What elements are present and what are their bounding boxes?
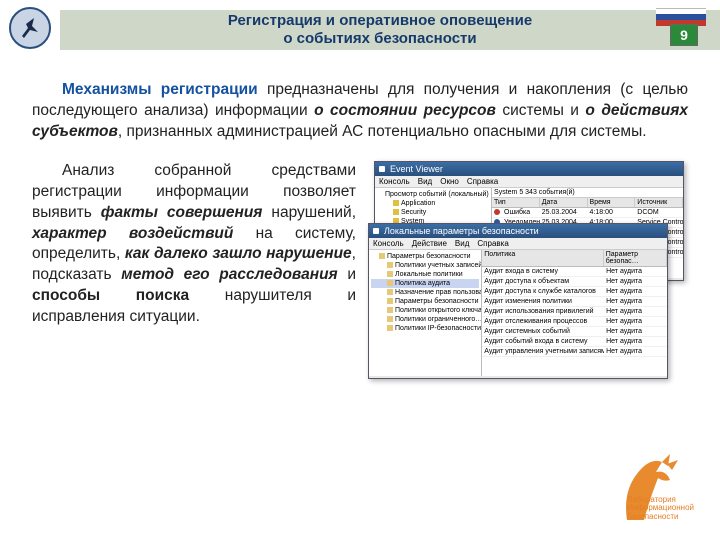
screenshot-area: Event Viewer Консоль Вид Окно Справка Пр… <box>368 161 688 381</box>
paragraph-2: Анализ собранной средствами регистрации … <box>32 161 356 381</box>
window-title: Event Viewer <box>390 164 443 174</box>
slide-number-badge: 9 <box>670 24 698 46</box>
runner-logo-icon <box>8 6 52 50</box>
app-icon <box>373 228 379 234</box>
security-settings-window: Локальные параметры безопасности Консоль… <box>368 223 668 379</box>
app-icon <box>379 166 385 172</box>
slide-header: Регистрация и оперативное оповещение о с… <box>0 0 720 56</box>
tree-panel: Параметры безопасности Политики учетных … <box>369 250 482 376</box>
paragraph-1: Механизмы регистрации предназначены для … <box>0 56 720 143</box>
menu-bar: Консоль Действие Вид Справка <box>369 238 667 250</box>
header-line1: Регистрация и оперативное оповещение <box>228 12 532 29</box>
header-title-band: Регистрация и оперативное оповещение о с… <box>60 10 720 50</box>
slide-number: 9 <box>680 27 688 43</box>
para1-lead: Механизмы регистрации <box>62 81 258 98</box>
fox-logo-icon: Лаборатория Информационной Безопасности <box>592 448 702 528</box>
menu-bar: Консоль Вид Окно Справка <box>375 176 683 188</box>
window-title: Локальные параметры безопасности <box>384 226 539 236</box>
header-line2: о событиях безопасности <box>283 30 476 47</box>
logo-line3: Безопасности <box>627 513 694 522</box>
list-panel: Политика Параметр безопас… Аудит входа в… <box>482 250 667 376</box>
